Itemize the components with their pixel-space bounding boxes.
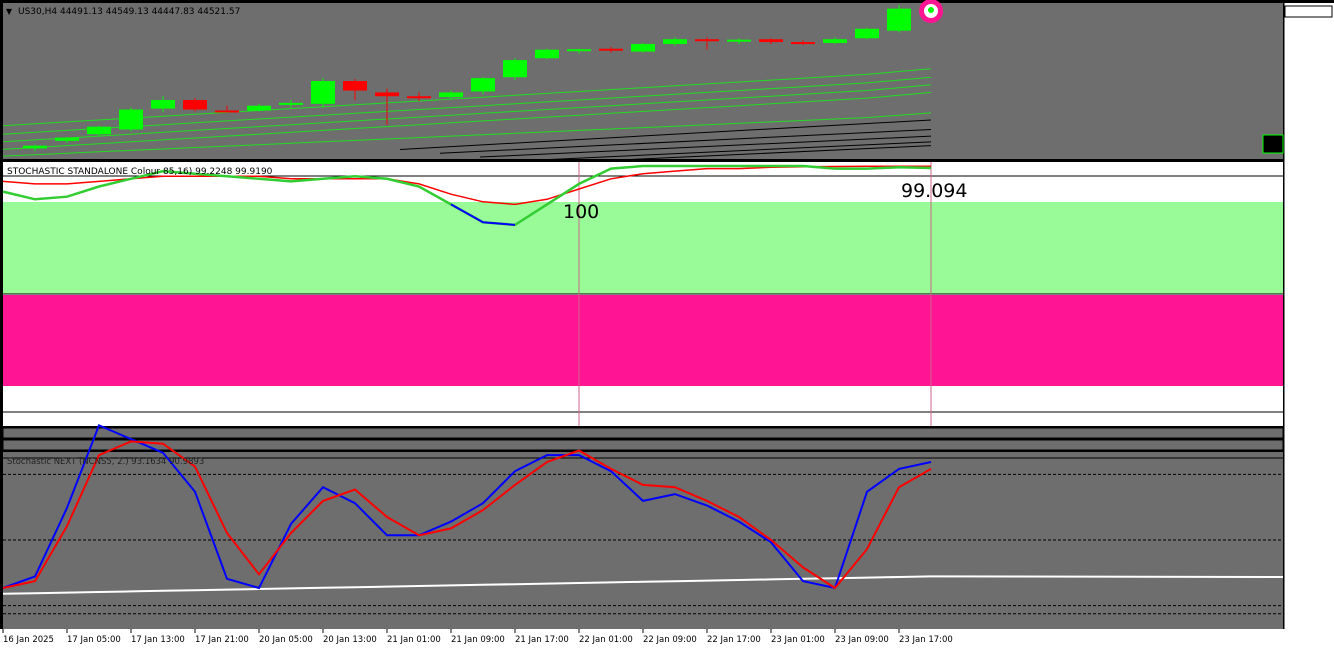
current-price-box: [1284, 5, 1333, 18]
candle-body: [183, 100, 207, 110]
time-tick-label: 23 Jan 17:00: [899, 635, 953, 645]
time-tick-label: 21 Jan 17:00: [515, 635, 569, 645]
candle-body: [855, 28, 879, 39]
candle-body: [375, 92, 399, 97]
symbol-menu-icon[interactable]: ▼: [6, 7, 13, 16]
time-tick-label: 21 Jan 09:00: [451, 635, 505, 645]
time-tick-label: 23 Jan 01:00: [771, 635, 825, 645]
annotation-100: 100: [563, 201, 599, 223]
candle-body: [535, 49, 559, 59]
time-tick-label: 16 Jan 2025: [3, 635, 54, 645]
candle-body: [151, 100, 175, 109]
candle-body: [23, 145, 47, 149]
time-tick-label: 20 Jan 05:00: [259, 635, 313, 645]
candle-body: [279, 102, 303, 105]
candle-body: [887, 8, 911, 31]
chart-canvas[interactable]: 44521.5744409.6044076.3043732.9043399.60…: [0, 0, 1334, 651]
annotation-99094: 99.094: [901, 180, 967, 202]
candle-body: [599, 48, 623, 51]
stoch2-header: Stochastic NEXT (NCNS5, 2.) 93.1634 90.9…: [7, 457, 204, 467]
time-tick-label: 23 Jan 09:00: [835, 635, 889, 645]
stoch1-header: STOCHASTIC STANDALONE Colour 85,16) 99.2…: [7, 167, 273, 177]
candle-body: [55, 137, 79, 141]
candle-body: [247, 105, 271, 111]
candle-body: [759, 39, 783, 43]
candle-body: [567, 49, 591, 52]
time-tick-label: 22 Jan 09:00: [643, 635, 697, 645]
candle-body: [119, 109, 143, 130]
candle-body: [791, 42, 815, 45]
candle-body: [727, 39, 751, 42]
candle-body: [343, 81, 367, 91]
empty-panel-1[interactable]: [2, 427, 1284, 439]
time-tick-label: 22 Jan 17:00: [707, 635, 761, 645]
candle-body: [87, 126, 111, 135]
stoch1-zone-green: [3, 202, 1283, 294]
candle-body: [695, 39, 719, 42]
stoch1-zone-pink: [3, 295, 1283, 386]
time-tick-label: 17 Jan 05:00: [67, 635, 121, 645]
time-tick-label: 20 Jan 13:00: [323, 635, 377, 645]
candle-body: [439, 92, 463, 98]
price-scale[interactable]: [1284, 3, 1334, 629]
symbol-header: US30,H4 44491.13 44549.13 44447.83 44521…: [18, 7, 240, 17]
candle-body: [823, 39, 847, 44]
candle-body: [663, 39, 687, 44]
time-tick-label: 22 Jan 01:00: [579, 635, 633, 645]
candle-body: [471, 78, 495, 92]
trade-panel-box[interactable]: [1262, 134, 1284, 154]
time-tick-label: 17 Jan 21:00: [195, 635, 249, 645]
candle-body: [311, 81, 335, 104]
candle-body: [503, 60, 527, 78]
terminal-window: 44521.5744409.6044076.3043732.9043399.60…: [0, 0, 1334, 651]
time-tick-label: 17 Jan 13:00: [131, 635, 185, 645]
candle-body: [215, 110, 239, 113]
empty-panel-2[interactable]: [2, 439, 1284, 451]
candle-body: [631, 43, 655, 52]
time-tick-label: 21 Jan 01:00: [387, 635, 441, 645]
candle-body: [407, 96, 431, 99]
signal-icon[interactable]: [919, 0, 943, 23]
